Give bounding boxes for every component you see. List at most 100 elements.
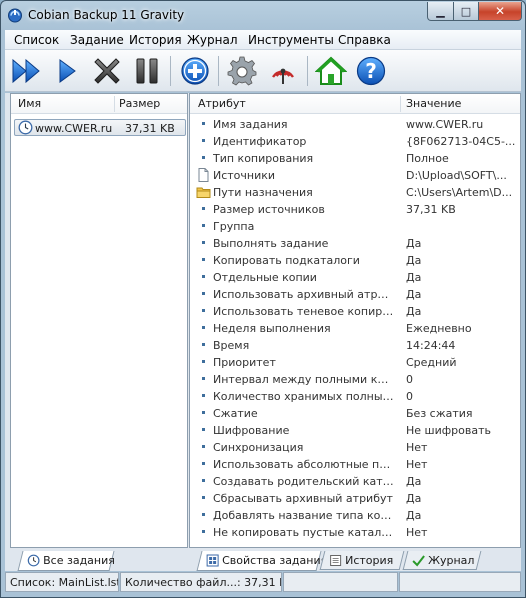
tab-log[interactable]: Журнал: [402, 551, 482, 570]
pause-icon: [136, 58, 158, 84]
status-cell-3: [283, 572, 398, 592]
column-divider[interactable]: [400, 96, 401, 112]
column-header-size[interactable]: Размер: [119, 97, 160, 110]
menu-log[interactable]: Журнал: [187, 33, 238, 47]
property-attribute: Неделя выполнения: [213, 322, 331, 335]
property-row[interactable]: Синхронизация Нет: [190, 439, 520, 456]
cancel-button[interactable]: [91, 55, 123, 87]
property-row[interactable]: Сжатие Без сжатия: [190, 405, 520, 422]
property-attribute: Создавать родительский каталог: [213, 475, 395, 488]
property-value: Нет: [406, 526, 428, 539]
options-button[interactable]: [226, 55, 258, 87]
property-row[interactable]: Добавлять название типа копир... Да: [190, 507, 520, 524]
column-header-name[interactable]: Имя: [18, 97, 41, 110]
bullet-icon: [202, 309, 205, 312]
menu-tools[interactable]: Инструменты: [248, 33, 334, 47]
column-header-attribute[interactable]: Атрибут: [198, 97, 246, 110]
title-bar[interactable]: Cobian Backup 11 Gravity ▁ □ ✕: [1, 1, 525, 29]
bullet-icon: [202, 156, 205, 159]
property-attribute: Синхронизация: [213, 441, 304, 454]
property-row[interactable]: Выполнять задание Да: [190, 235, 520, 252]
log-icon: [412, 554, 425, 567]
bullet-icon: [202, 479, 205, 482]
property-row[interactable]: Создавать родительский каталог Да: [190, 473, 520, 490]
property-row[interactable]: Копировать подкаталоги Да: [190, 252, 520, 269]
property-row[interactable]: Количество хранимых полных ко... 0: [190, 388, 520, 405]
minimize-button[interactable]: ▁: [427, 2, 454, 21]
property-value: C:\Users\Artem\D...: [406, 186, 513, 199]
property-row[interactable]: Источники D:\Upload\SOFT\...: [190, 167, 520, 184]
bullet-icon: [202, 496, 205, 499]
column-divider[interactable]: [114, 96, 115, 112]
property-row[interactable]: Шифрование Не шифровать: [190, 422, 520, 439]
property-row[interactable]: Использовать абсолютные пути Нет: [190, 456, 520, 473]
remote-button[interactable]: [267, 55, 299, 87]
bullet-icon: [202, 411, 205, 414]
property-attribute: Тип копирования: [213, 152, 314, 165]
property-row[interactable]: Пути назначения C:\Users\Artem\D...: [190, 184, 520, 201]
tab-all-tasks[interactable]: Все задания: [17, 551, 115, 571]
clock-icon: [18, 120, 33, 135]
help-button[interactable]: ?: [355, 55, 387, 87]
property-attribute: Время: [213, 339, 250, 352]
property-row[interactable]: Идентификатор {8F062713-04C5-...: [190, 133, 520, 150]
remote-icon: [272, 68, 294, 84]
property-attribute: Выполнять задание: [213, 237, 329, 250]
property-row[interactable]: Имя задания www.CWER.ru: [190, 116, 520, 133]
property-value: www.CWER.ru: [406, 118, 484, 131]
property-row[interactable]: Сбрасывать архивный атрибут Да: [190, 490, 520, 507]
property-row[interactable]: Не копировать пустые каталоги Нет: [190, 524, 520, 541]
property-row[interactable]: Размер источников 37,31 KB: [190, 201, 520, 218]
property-value: Да: [406, 305, 422, 318]
close-button[interactable]: ✕: [478, 2, 522, 21]
property-row[interactable]: Приоритет Средний: [190, 354, 520, 371]
property-attribute: Использовать архивный атрибут: [213, 288, 395, 301]
property-row[interactable]: Неделя выполнения Ежедневно: [190, 320, 520, 337]
property-value: D:\Upload\SOFT\...: [406, 169, 507, 182]
property-row[interactable]: Отдельные копии Да: [190, 269, 520, 286]
tab-history[interactable]: История: [319, 551, 405, 570]
property-value: Нет: [406, 441, 428, 454]
bullet-icon: [202, 394, 205, 397]
property-value: 37,31 KB: [406, 203, 456, 216]
status-cell-4: [399, 572, 521, 592]
property-value: Без сжатия: [406, 407, 473, 420]
property-row[interactable]: Интервал между полными копиями 0: [190, 371, 520, 388]
property-row[interactable]: Использовать архивный атрибут Да: [190, 286, 520, 303]
property-value: Да: [406, 237, 422, 250]
maximize-button[interactable]: □: [453, 2, 479, 21]
task-row[interactable]: www.CWER.ru 37,31 KB: [14, 119, 186, 136]
run-all-button[interactable]: [10, 55, 42, 87]
home-button[interactable]: [314, 55, 348, 87]
properties-header: Атрибут Значение: [190, 94, 520, 114]
bullet-icon: [202, 428, 205, 431]
tab-task-properties[interactable]: Свойства задания: [196, 551, 327, 571]
property-attribute: Добавлять название типа копир...: [213, 509, 395, 522]
window-title: Cobian Backup 11 Gravity: [28, 8, 185, 22]
add-task-icon: [181, 57, 209, 85]
menu-task[interactable]: Задание: [70, 33, 124, 47]
property-row[interactable]: Время 14:24:44: [190, 337, 520, 354]
property-row[interactable]: Группа: [190, 218, 520, 235]
run-selected-button[interactable]: [51, 55, 83, 87]
bullet-icon: [202, 258, 205, 261]
property-row[interactable]: Тип копирования Полное: [190, 150, 520, 167]
status-list-file: Список: MainList.lst: [5, 572, 119, 592]
help-icon: ?: [356, 56, 386, 86]
menu-list[interactable]: Список: [14, 33, 59, 47]
status-file-count: Количество файл...: 37,31 KB: [120, 572, 282, 592]
add-task-button[interactable]: [179, 55, 211, 87]
menu-history[interactable]: История: [129, 33, 182, 47]
tab-label: Все задания: [43, 554, 115, 567]
property-row[interactable]: Использовать теневое копирова... Да: [190, 303, 520, 320]
property-value: {8F062713-04C5-...: [406, 135, 516, 148]
bullet-icon: [202, 462, 205, 465]
column-header-value[interactable]: Значение: [406, 97, 461, 110]
properties-icon: [206, 554, 219, 567]
folder-icon: [196, 185, 211, 199]
property-value: Да: [406, 492, 422, 505]
pause-button[interactable]: [131, 55, 163, 87]
bullet-icon: [202, 445, 205, 448]
menu-help[interactable]: Справка: [338, 33, 391, 47]
bullet-icon: [202, 343, 205, 346]
